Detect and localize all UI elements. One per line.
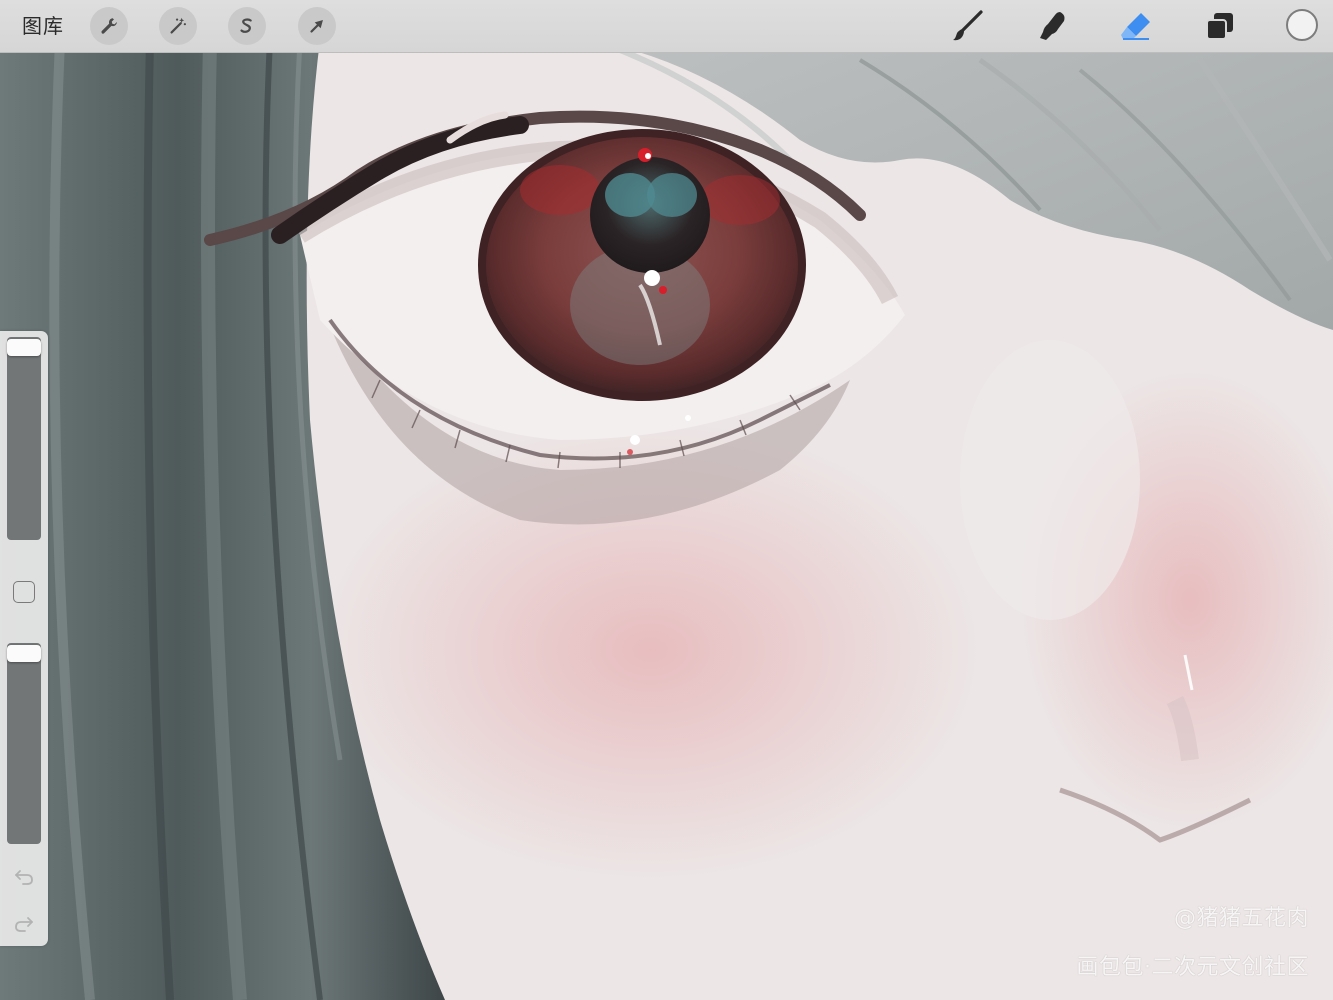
layers-icon [1206, 13, 1233, 40]
drawing-canvas[interactable] [0, 0, 1333, 1000]
actions-button[interactable] [90, 7, 128, 45]
undo-icon [15, 870, 33, 885]
left-sidebar [0, 331, 48, 946]
redo-icon [15, 917, 33, 932]
adjustments-button[interactable] [159, 7, 197, 45]
smudge-tool-button[interactable] [1035, 9, 1069, 43]
eraser-icon [1121, 13, 1150, 40]
opacity-thumb[interactable] [7, 645, 41, 662]
selection-s-icon [240, 18, 252, 33]
layers-button[interactable] [1203, 9, 1237, 43]
site-watermark: 画包包·二次元文创社区 [1076, 955, 1309, 980]
undo-button[interactable] [11, 863, 37, 889]
artist-watermark: @猪猪五花肉 [1173, 906, 1309, 931]
brush-tool-button[interactable] [951, 9, 985, 43]
wrench-icon [101, 18, 117, 34]
brush-size-slider[interactable] [7, 337, 41, 540]
procreate-app: 图库 @猪猪五花肉 画包包·二次元文创社区 [0, 0, 1333, 1000]
redo-button[interactable] [11, 910, 37, 936]
eraser-tool-button[interactable] [1119, 9, 1153, 43]
arrow-cursor-icon [310, 20, 323, 33]
modify-button[interactable] [13, 581, 35, 603]
smudge-finger-icon [1040, 12, 1065, 40]
magic-wand-icon [170, 17, 186, 34]
top-toolbar: 图库 [0, 0, 1333, 53]
selection-button[interactable] [228, 7, 266, 45]
opacity-slider[interactable] [7, 643, 41, 844]
gallery-button[interactable]: 图库 [22, 13, 64, 39]
brush-size-thumb[interactable] [7, 339, 41, 356]
transform-button[interactable] [298, 7, 336, 45]
color-picker-button[interactable] [1286, 9, 1318, 41]
brush-icon [953, 10, 983, 41]
